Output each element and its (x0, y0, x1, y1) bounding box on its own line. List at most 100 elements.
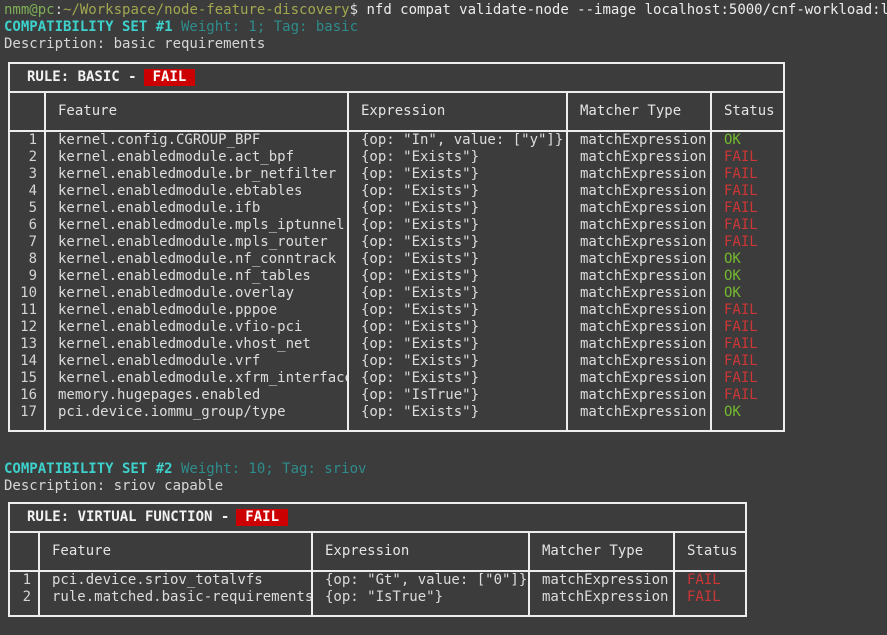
row-feature: kernel.enabledmodule.overlay (45, 285, 348, 302)
row-index: 6 (9, 217, 45, 234)
prompt-symbol: $ (350, 2, 358, 18)
row-status: FAIL (711, 217, 784, 234)
rule-table-basic: RULE: BASIC -FAIL Feature Expression Mat… (8, 62, 785, 432)
row-feature: kernel.enabledmodule.vrf (45, 353, 348, 370)
table-row: 17 pci.device.iommu_group/type {op: "Exi… (9, 404, 784, 431)
row-expression: {op: "Exists"} (348, 166, 567, 183)
prompt-path: ~/Workspace/node-feature-discovery (63, 2, 350, 18)
row-matcher-type: matchExpression (567, 319, 711, 336)
table-row: 5 kernel.enabledmodule.ifb {op: "Exists"… (9, 200, 784, 217)
set2-header: COMPATIBILITY SET #2 Weight: 10; Tag: sr… (4, 461, 887, 478)
rule-status-badge: FAIL (236, 509, 288, 526)
row-matcher-type: matchExpression (567, 268, 711, 285)
row-expression: {op: "Exists"} (348, 285, 567, 302)
row-matcher-type: matchExpression (567, 217, 711, 234)
row-expression: {op: "IsTrue"} (348, 387, 567, 404)
rule-table-virtual-function: RULE: VIRTUAL FUNCTION -FAIL Feature Exp… (8, 502, 747, 617)
row-feature: kernel.enabledmodule.ifb (45, 200, 348, 217)
row-index: 4 (9, 183, 45, 200)
column-header-row: Feature Expression Matcher Type Status (9, 532, 746, 571)
row-matcher-type: matchExpression (529, 589, 674, 616)
row-matcher-type: matchExpression (567, 131, 711, 149)
row-status: FAIL (711, 370, 784, 387)
table-row: 7 kernel.enabledmodule.mpls_router {op: … (9, 234, 784, 251)
row-status: OK (711, 251, 784, 268)
row-status: FAIL (711, 302, 784, 319)
row-feature: memory.hugepages.enabled (45, 387, 348, 404)
row-feature: rule.matched.basic-requirements (39, 589, 312, 616)
rule-header-cell: RULE: BASIC -FAIL (9, 63, 784, 92)
row-index: 3 (9, 166, 45, 183)
column-header-feature: Feature (45, 92, 348, 131)
table-row: 6 kernel.enabledmodule.mpls_iptunnel {op… (9, 217, 784, 234)
row-feature: kernel.enabledmodule.vfio-pci (45, 319, 348, 336)
column-header-status: Status (711, 92, 784, 131)
row-expression: {op: "Exists"} (348, 251, 567, 268)
row-matcher-type: matchExpression (567, 336, 711, 353)
row-status: FAIL (674, 571, 746, 589)
row-index: 2 (9, 589, 39, 616)
row-index: 13 (9, 336, 45, 353)
command-text: nfd compat validate-node --image localho… (358, 2, 887, 18)
row-index: 5 (9, 200, 45, 217)
row-status: FAIL (711, 319, 784, 336)
column-header-expression: Expression (312, 532, 529, 571)
table-row: 15 kernel.enabledmodule.xfrm_interface {… (9, 370, 784, 387)
row-matcher-type: matchExpression (567, 285, 711, 302)
prompt-separator: : (55, 2, 63, 18)
row-expression: {op: "Exists"} (348, 404, 567, 431)
terminal-window[interactable]: nmm@pc:~/Workspace/node-feature-discover… (0, 0, 887, 617)
row-feature: kernel.enabledmodule.vhost_net (45, 336, 348, 353)
row-status: OK (711, 268, 784, 285)
rule-header-row: RULE: BASIC -FAIL (9, 63, 784, 92)
column-header-feature: Feature (39, 532, 312, 571)
row-status: FAIL (711, 183, 784, 200)
row-expression: {op: "Exists"} (348, 183, 567, 200)
set1-meta: Weight: 1; Tag: basic (173, 19, 358, 35)
row-expression: {op: "Exists"} (348, 336, 567, 353)
table-row: 10 kernel.enabledmodule.overlay {op: "Ex… (9, 285, 784, 302)
row-matcher-type: matchExpression (567, 387, 711, 404)
row-index: 16 (9, 387, 45, 404)
row-matcher-type: matchExpression (567, 166, 711, 183)
row-expression: {op: "Exists"} (348, 217, 567, 234)
row-expression: {op: "Exists"} (348, 268, 567, 285)
row-status: OK (711, 285, 784, 302)
row-matcher-type: matchExpression (567, 251, 711, 268)
row-expression: {op: "In", value: ["y"]} (348, 131, 567, 149)
rule-table-virtual-function-body: 1 pci.device.sriov_totalvfs {op: "Gt", v… (9, 571, 746, 616)
row-status: FAIL (711, 336, 784, 353)
row-matcher-type: matchExpression (567, 149, 711, 166)
row-feature: kernel.enabledmodule.nf_conntrack (45, 251, 348, 268)
rule-status-badge: FAIL (144, 69, 196, 86)
rule-header-row: RULE: VIRTUAL FUNCTION -FAIL (9, 503, 746, 532)
row-feature: kernel.enabledmodule.nf_tables (45, 268, 348, 285)
row-feature: kernel.enabledmodule.br_netfilter (45, 166, 348, 183)
table-row: 11 kernel.enabledmodule.pppoe {op: "Exis… (9, 302, 784, 319)
row-expression: {op: "Exists"} (348, 234, 567, 251)
set1-title: COMPATIBILITY SET #1 (4, 19, 173, 35)
column-header-index (9, 532, 39, 571)
column-header-status: Status (674, 532, 746, 571)
table-row: 16 memory.hugepages.enabled {op: "IsTrue… (9, 387, 784, 404)
row-status: FAIL (711, 387, 784, 404)
row-expression: {op: "Exists"} (348, 319, 567, 336)
row-status: FAIL (711, 166, 784, 183)
row-feature: kernel.enabledmodule.ebtables (45, 183, 348, 200)
table-row: 1 kernel.config.CGROUP_BPF {op: "In", va… (9, 131, 784, 149)
row-index: 14 (9, 353, 45, 370)
row-index: 2 (9, 149, 45, 166)
terminal-prompt-line: nmm@pc:~/Workspace/node-feature-discover… (4, 2, 887, 19)
column-header-row: Feature Expression Matcher Type Status (9, 92, 784, 131)
rule-header-cell: RULE: VIRTUAL FUNCTION -FAIL (9, 503, 746, 532)
row-matcher-type: matchExpression (567, 353, 711, 370)
column-header-matcher: Matcher Type (529, 532, 674, 571)
row-index: 1 (9, 571, 39, 589)
table-row: 4 kernel.enabledmodule.ebtables {op: "Ex… (9, 183, 784, 200)
table-row: 2 rule.matched.basic-requirements {op: "… (9, 589, 746, 616)
row-matcher-type: matchExpression (567, 404, 711, 431)
set2-description: Description: sriov capable (4, 478, 887, 495)
row-matcher-type: matchExpression (529, 571, 674, 589)
row-matcher-type: matchExpression (567, 200, 711, 217)
row-feature: kernel.config.CGROUP_BPF (45, 131, 348, 149)
